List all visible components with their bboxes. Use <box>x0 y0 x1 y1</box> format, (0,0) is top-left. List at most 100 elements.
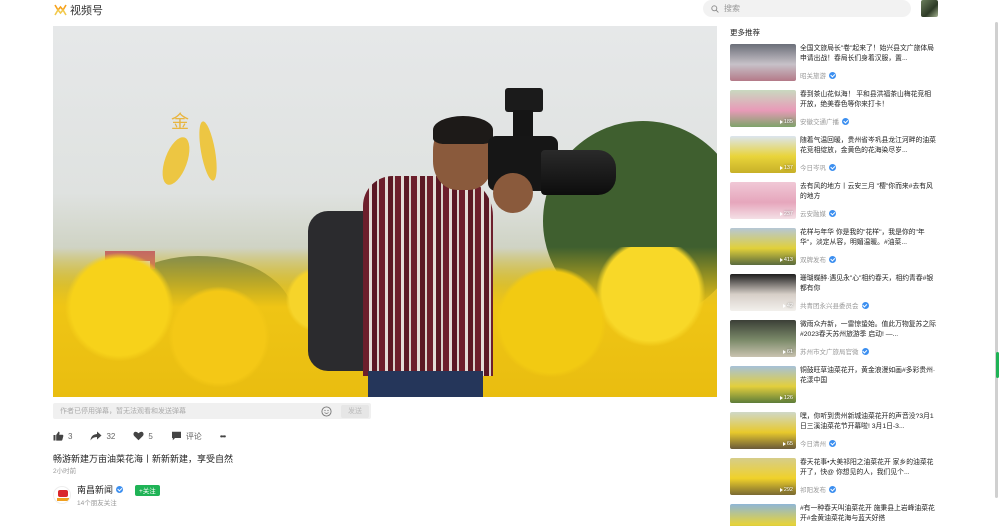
verified-icon <box>829 163 836 171</box>
scroll-indicator <box>996 352 999 378</box>
recommendation-item[interactable]: 413 花样与年华 你是我的"花样"，我是你的"年华"，淡定从容，明媚温暖。#油菜… <box>730 228 940 274</box>
search-box[interactable] <box>703 0 911 17</box>
play-count: 126 <box>780 395 793 401</box>
recommendation-item[interactable]: 42 珊瑚蝶醉·遇见永"心"相约春天，相约青春#银都有你共青团永兴县委员会 <box>730 274 940 320</box>
recommendation-title[interactable]: 去有风的地方丨云安三月 "樱"你而来#去有风的地方 <box>800 182 936 201</box>
recommendation-thumbnail[interactable]: 137 <box>730 136 796 173</box>
source-name[interactable]: 苏州市文广旅局官微 <box>800 346 859 356</box>
action-bar: 3 32 5 评论 ••• <box>53 429 226 443</box>
share-count: 32 <box>106 431 116 441</box>
verified-icon <box>829 255 836 263</box>
recommendation-item[interactable]: 65 嘿，你听到贵州新城油菜花开的声音没?3月1日三溪油菜花节开幕啦! 3月1日-… <box>730 412 940 458</box>
recommendation-title[interactable]: 全国文旅局长"卷"起来了！始兴县文广旅体局申请出战！春局长们身着汉服，置... <box>800 44 936 63</box>
author-avatar[interactable] <box>53 486 71 504</box>
share-icon <box>90 431 102 441</box>
recommendation-thumbnail[interactable]: 292 <box>730 458 796 495</box>
source-name[interactable]: 安徽交通广播 <box>800 116 839 126</box>
recommendation-thumbnail[interactable]: 42 <box>730 274 796 311</box>
recommendation-thumbnail[interactable]: 61 <box>730 320 796 357</box>
recommendation-title[interactable]: #有一种春天叫油菜花开 施秉县上岩峰油菜花开#金黄油菜花海与蓝天好搭 <box>800 504 936 523</box>
follow-button[interactable]: +关注 <box>135 484 160 496</box>
heart-icon <box>133 431 144 441</box>
verified-icon <box>842 117 849 125</box>
recommendation-item[interactable]: 185 春到茶山花似海！ 平和县洪福茶山梅花竞相开放，绝美春色等你来打卡！ 安徽交通… <box>730 90 940 136</box>
verified-icon <box>829 485 836 493</box>
verified-icon <box>861 301 869 309</box>
play-count: 42 <box>783 303 793 309</box>
favorite-button[interactable]: 5 <box>133 431 153 441</box>
user-avatar[interactable] <box>921 0 938 17</box>
search-input[interactable] <box>724 4 894 13</box>
recommendation-thumbnail[interactable]: 65 <box>730 412 796 449</box>
comment-button[interactable]: 评论 <box>171 431 202 442</box>
recommendation-thumbnail[interactable] <box>730 504 796 526</box>
recommendation-source: 祁阳发布 <box>800 484 836 494</box>
play-count: 65 <box>783 441 793 447</box>
recommendation-title[interactable]: 嘿，你听到贵州新城油菜花开的声音没?3月1日三溪油菜花节开幕啦! 3月1日-3.… <box>800 412 936 431</box>
more-button[interactable]: ••• <box>219 431 226 441</box>
recommendation-thumbnail[interactable]: 413 <box>730 228 796 265</box>
recommendation-title[interactable]: 春到茶山花似海！ 平和县洪福茶山梅花竞相开放，绝美春色等你来打卡！ <box>800 90 936 109</box>
recommendation-source: 昭关旅游 <box>800 70 836 80</box>
author-name[interactable]: 南昌新闻 <box>77 483 113 496</box>
source-name[interactable]: 共青团永兴县委员会 <box>800 300 859 310</box>
recommendation-title[interactable]: 微雨众卉新，一雷惊蛰始。值此万物复苏之际 #2023春天苏州旅游季 启动! —.… <box>800 320 936 339</box>
recommendation-list: 全国文旅局长"卷"起来了！始兴县文广旅体局申请出战！春局长们身着汉服，置... 昭… <box>730 44 940 526</box>
author-info: 南昌新闻 14个朋友关注 <box>77 483 124 507</box>
recommendation-item[interactable]: #有一种春天叫油菜花开 施秉县上岩峰油菜花开#金黄油菜花海与蓝天好搭 <box>730 504 940 526</box>
recommendation-item[interactable]: 61 微雨众卉新，一雷惊蛰始。值此万物复苏之际 #2023春天苏州旅游季 启动! … <box>730 320 940 366</box>
video-timestamp: 2小时前 <box>53 468 77 475</box>
recommendation-item[interactable]: 126 铜鼓旺草油菜花开，黄金浪漫如画#多彩贵州·花漾中国 <box>730 366 940 412</box>
recommendation-title[interactable]: 珊瑚蝶醉·遇见永"心"相约春天，相约青春#银都有你 <box>800 274 936 293</box>
author-name-row: 南昌新闻 <box>77 483 124 496</box>
recommendation-item[interactable]: 237 去有风的地方丨云安三月 "樱"你而来#去有风的地方云安融媒 <box>730 182 940 228</box>
channels-logo[interactable]: 视频号 <box>54 2 103 18</box>
verified-icon <box>861 347 869 355</box>
logo-text: 视频号 <box>70 5 103 17</box>
source-name[interactable]: 今日清州 <box>800 438 826 448</box>
top-header: 视频号 <box>0 0 1000 20</box>
video-calligraphy: 金 <box>171 112 189 133</box>
recommendation-item[interactable]: 292 春天花事•大美祁阳之油菜花开 家乡的油菜花开了，快@ 你想见的人，我们见个… <box>730 458 940 504</box>
recommendation-thumbnail[interactable]: 126 <box>730 366 796 403</box>
danmaku-input-bar[interactable]: 作者已停用弹幕，暂无法观看和发送弹幕 发送 <box>53 403 371 419</box>
video-player[interactable]: 金 <box>53 26 717 397</box>
page-scrollbar[interactable] <box>995 22 998 498</box>
recommendation-item[interactable]: 全国文旅局长"卷"起来了！始兴县文广旅体局申请出战！春局长们身着汉服，置... 昭… <box>730 44 940 90</box>
emoji-icon[interactable] <box>321 405 332 417</box>
video-frame-petal <box>195 120 221 182</box>
recommendation-title[interactable]: 春天花事•大美祁阳之油菜花开 家乡的油菜花开了，快@ 你想见的人，我们见个... <box>800 458 936 477</box>
like-button[interactable]: 3 <box>53 431 72 441</box>
friends-following: 14个朋友关注 <box>77 500 117 507</box>
source-name[interactable]: 双牌发布 <box>800 254 826 264</box>
recommendation-thumbnail[interactable]: 237 <box>730 182 796 219</box>
recommendation-source: 双牌发布 <box>800 254 836 264</box>
source-name[interactable]: 云安融媒 <box>800 208 826 218</box>
search-icon <box>711 4 719 13</box>
more-recommendations-title: 更多推荐 <box>730 28 760 37</box>
verified-icon <box>116 486 124 493</box>
favorite-count: 5 <box>148 431 153 441</box>
comment-label: 评论 <box>185 431 202 441</box>
recommendation-item[interactable]: 137 随着气温回暖，贵州省岑巩县龙江河畔的油菜花竞相绽放，金黄色的花海染尽岁..… <box>730 136 940 182</box>
share-button[interactable]: 32 <box>90 431 115 441</box>
play-count: 137 <box>780 165 793 171</box>
source-name[interactable]: 祁阳发布 <box>800 484 826 494</box>
more-icon: ••• <box>219 431 226 441</box>
channels-logo-icon <box>54 4 67 16</box>
recommendation-source: 苏州市文广旅局官微 <box>800 346 869 356</box>
thumbs-up-icon <box>53 431 64 441</box>
recommendation-source: 共青团永兴县委员会 <box>800 300 869 310</box>
recommendation-thumbnail[interactable]: 185 <box>730 90 796 127</box>
recommendation-title[interactable]: 铜鼓旺草油菜花开，黄金浪漫如画#多彩贵州·花漾中国 <box>800 366 936 385</box>
recommendation-title[interactable]: 花样与年华 你是我的"花样"，我是你的"年华"，淡定从容，明媚温暖。#油菜... <box>800 228 936 247</box>
send-button[interactable]: 发送 <box>341 404 369 418</box>
danmaku-placeholder: 作者已停用弹幕，暂无法观看和发送弹幕 <box>60 408 186 415</box>
recommendation-title[interactable]: 随着气温回暖，贵州省岑巩县龙江河畔的油菜花竞相绽放，金黄色的花海染尽岁... <box>800 136 936 155</box>
like-count: 3 <box>68 431 73 441</box>
source-name[interactable]: 昭关旅游 <box>800 70 826 80</box>
source-name[interactable]: 今日岑巩 <box>800 162 826 172</box>
recommendation-source: 安徽交通广播 <box>800 116 849 126</box>
recommendation-thumbnail[interactable] <box>730 44 796 81</box>
play-count: 61 <box>783 349 793 355</box>
